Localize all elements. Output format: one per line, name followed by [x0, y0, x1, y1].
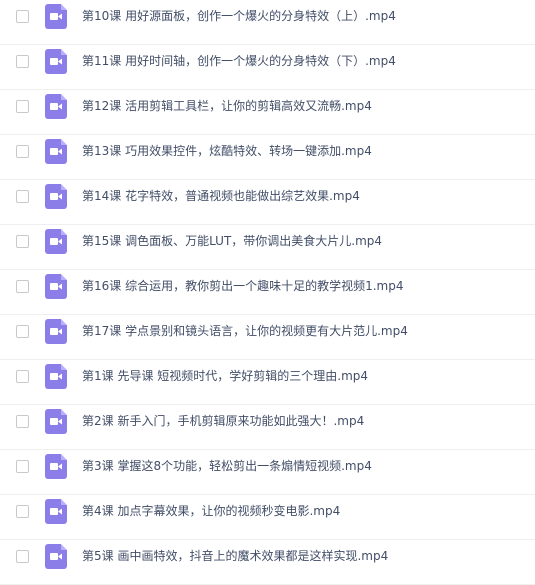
select-checkbox[interactable] [16, 235, 29, 248]
select-checkbox[interactable] [16, 505, 29, 518]
video-file-icon [45, 409, 67, 434]
video-file-icon [45, 4, 67, 29]
select-checkbox[interactable] [16, 280, 29, 293]
file-name[interactable]: 第17课 学点景别和镜头语言，让你的视频更有大片范儿.mp4 [82, 323, 408, 339]
file-row[interactable]: 第1课 先导课 短视频时代，学好剪辑的三个理由.mp4 [0, 360, 535, 405]
file-name[interactable]: 第2课 新手入门，手机剪辑原来功能如此强大！.mp4 [82, 413, 364, 429]
file-row[interactable]: 第17课 学点景别和镜头语言，让你的视频更有大片范儿.mp4 [0, 315, 535, 360]
file-name[interactable]: 第3课 掌握这8个功能，轻松剪出一条煽情短视频.mp4 [82, 458, 372, 474]
select-checkbox[interactable] [16, 55, 29, 68]
file-row[interactable]: 第14课 花字特效，普通视频也能做出综艺效果.mp4 [0, 180, 535, 225]
file-row[interactable]: 第13课 巧用效果控件，炫酷特效、转场一键添加.mp4 [0, 135, 535, 180]
video-file-icon [45, 229, 67, 254]
file-name[interactable]: 第16课 综合运用，教你剪出一个趣味十足的教学视频1.mp4 [82, 278, 403, 294]
video-file-icon [45, 499, 67, 524]
select-checkbox[interactable] [16, 415, 29, 428]
file-row[interactable]: 第15课 调色面板、万能LUT，带你调出美食大片儿.mp4 [0, 225, 535, 270]
file-row[interactable]: 第2课 新手入门，手机剪辑原来功能如此强大！.mp4 [0, 405, 535, 450]
select-checkbox[interactable] [16, 325, 29, 338]
file-row[interactable]: 第16课 综合运用，教你剪出一个趣味十足的教学视频1.mp4 [0, 270, 535, 315]
video-file-icon [45, 94, 67, 119]
file-row[interactable]: 第12课 活用剪辑工具栏，让你的剪辑高效又流畅.mp4 [0, 90, 535, 135]
file-name[interactable]: 第10课 用好源面板，创作一个爆火的分身特效（上）.mp4 [82, 8, 396, 24]
video-file-icon [45, 139, 67, 164]
select-checkbox[interactable] [16, 190, 29, 203]
file-list: 第10课 用好源面板，创作一个爆火的分身特效（上）.mp4 第11课 用好时间轴… [0, 0, 535, 585]
video-file-icon [45, 274, 67, 299]
select-checkbox[interactable] [16, 10, 29, 23]
file-name[interactable]: 第11课 用好时间轴，创作一个爆火的分身特效（下）.mp4 [82, 53, 396, 69]
video-file-icon [45, 184, 67, 209]
file-name[interactable]: 第14课 花字特效，普通视频也能做出综艺效果.mp4 [82, 188, 360, 204]
video-file-icon [45, 49, 67, 74]
video-file-icon [45, 319, 67, 344]
video-file-icon [45, 544, 67, 569]
file-row[interactable]: 第11课 用好时间轴，创作一个爆火的分身特效（下）.mp4 [0, 45, 535, 90]
select-checkbox[interactable] [16, 370, 29, 383]
select-checkbox[interactable] [16, 460, 29, 473]
file-row[interactable]: 第3课 掌握这8个功能，轻松剪出一条煽情短视频.mp4 [0, 450, 535, 495]
file-name[interactable]: 第12课 活用剪辑工具栏，让你的剪辑高效又流畅.mp4 [82, 98, 372, 114]
file-row[interactable]: 第10课 用好源面板，创作一个爆火的分身特效（上）.mp4 [0, 0, 535, 45]
video-file-icon [45, 454, 67, 479]
file-name[interactable]: 第15课 调色面板、万能LUT，带你调出美食大片儿.mp4 [82, 233, 382, 249]
file-row[interactable]: 第5课 画中画特效，抖音上的魔术效果都是这样实现.mp4 [0, 540, 535, 585]
file-name[interactable]: 第1课 先导课 短视频时代，学好剪辑的三个理由.mp4 [82, 368, 368, 384]
select-checkbox[interactable] [16, 100, 29, 113]
file-name[interactable]: 第13课 巧用效果控件，炫酷特效、转场一键添加.mp4 [82, 143, 372, 159]
file-name[interactable]: 第5课 画中画特效，抖音上的魔术效果都是这样实现.mp4 [82, 548, 388, 564]
select-checkbox[interactable] [16, 550, 29, 563]
file-row[interactable]: 第4课 加点字幕效果，让你的视频秒变电影.mp4 [0, 495, 535, 540]
video-file-icon [45, 364, 67, 389]
file-name[interactable]: 第4课 加点字幕效果，让你的视频秒变电影.mp4 [82, 503, 340, 519]
select-checkbox[interactable] [16, 145, 29, 158]
